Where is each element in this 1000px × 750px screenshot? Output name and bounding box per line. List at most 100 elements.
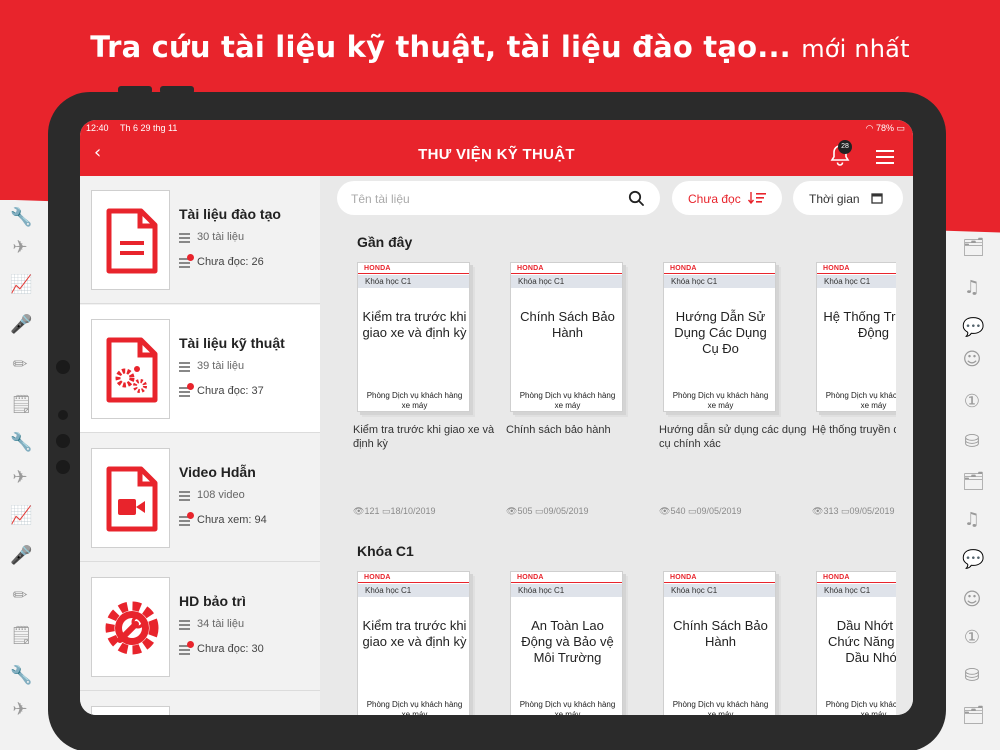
view-count: 121 — [364, 506, 380, 516]
cover-footer: Phòng Dịch vụ khách hàng xe máy — [825, 700, 896, 715]
promo-headline: Tra cứu tài liệu kỹ thuật, tài liệu đào … — [0, 30, 1000, 64]
camera-dot — [56, 360, 70, 374]
category-unread: Chưa đọc: 26 — [197, 256, 264, 268]
category-unread: Chưa đọc: 37 — [197, 385, 264, 397]
document-title[interactable]: Hướng dẫn sử dụng các dụng cụ chính xác — [659, 423, 809, 451]
document-cover[interactable]: HONDA Khóa học C1 Chính Sách Bảo Hành Phòng… — [663, 571, 776, 715]
document-title[interactable]: Chính sách bảo hành — [506, 423, 656, 437]
cover-header: HONDA — [511, 263, 622, 274]
category-item-partial[interactable] — [80, 692, 320, 715]
document-cover[interactable]: HONDA Khóa học C1 Hướng Dẫn Sử Dụng Các Dụ… — [663, 262, 776, 412]
cover-footer: Phòng Dịch vụ khách hàng xe máy — [825, 391, 896, 410]
document-cover[interactable]: HONDA Khóa học C1 Kiểm tra trước khi giao … — [357, 571, 470, 715]
document-cover[interactable]: HONDA Khóa học C1 Dầu Nhớt và Chức Năng củ… — [816, 571, 896, 715]
document-icon — [91, 706, 170, 715]
category-count: 108 video — [197, 489, 245, 501]
document-title[interactable]: Hệ thống truyền động — [812, 423, 896, 437]
calendar-icon: ▭ — [534, 506, 544, 516]
headline-light: mới nhất — [801, 35, 910, 63]
honda-logo: HONDA — [823, 265, 850, 272]
section-title: Gần đây — [357, 234, 413, 250]
document-date: 09/05/2019 — [543, 506, 589, 516]
cover-footer: Phòng Dịch vụ khách hàng xe máy — [672, 700, 769, 715]
unread-dot — [187, 641, 194, 648]
section-title: Khóa C1 — [357, 543, 414, 559]
headline-bold: Tra cứu tài liệu kỹ thuật, tài liệu đào … — [90, 30, 791, 64]
cover-header: HONDA — [817, 572, 896, 583]
cover-footer: Phòng Dịch vụ khách hàng xe máy — [519, 700, 616, 715]
unread-dot — [187, 383, 194, 390]
document-cover[interactable]: HONDA Khóa học C1 Hệ Thống Truyền Động Phòn… — [816, 262, 896, 412]
page-title: THƯ VIỆN KỸ THUẬT — [418, 146, 575, 163]
cover-title: Hệ Thống Truyền Động — [823, 309, 896, 340]
cover-course-band: Khóa học C1 — [817, 275, 896, 288]
honda-logo: HONDA — [823, 574, 850, 581]
cover-title: Chính Sách Bảo Hành — [520, 309, 615, 340]
calendar-icon: ▭ — [687, 506, 697, 516]
category-item-technical[interactable]: Tài liệu kỹ thuật 39 tài liệu Chưa đọc: … — [80, 305, 320, 433]
cover-header: HONDA — [358, 263, 469, 274]
status-time: 12:40 — [86, 123, 109, 133]
document-title[interactable]: Kiểm tra trước khi giao xe và định kỳ — [353, 423, 503, 451]
eye-icon: 👁 — [506, 506, 518, 516]
view-count: 313 — [823, 506, 839, 516]
calendar-icon: ▭ — [381, 506, 391, 516]
document-date: 09/05/2019 — [696, 506, 742, 516]
honda-logo: HONDA — [670, 574, 697, 581]
main-content: Tên tài liệu Chưa đọc Thời gian Gần đây … — [320, 176, 913, 715]
cover-title: Hướng Dẫn Sử Dụng Các Dụng Cụ Đo — [674, 309, 767, 356]
cover-course-band: Khóa học C1 — [511, 275, 622, 288]
unread-dot — [187, 254, 194, 261]
eye-icon: 👁 — [353, 506, 365, 516]
document-icon — [91, 190, 170, 290]
document-date: 18/10/2019 — [390, 506, 436, 516]
cover-header: HONDA — [664, 572, 775, 583]
document-meta: 👁121 ▭18/10/2019 — [353, 506, 436, 517]
cover-course-band: Khóa học C1 — [358, 275, 469, 288]
cover-title: An Toàn Lao Động và Bảo vệ Môi Trường — [521, 618, 614, 665]
cover-course: Khóa học C1 — [518, 586, 565, 595]
view-count: 540 — [670, 506, 686, 516]
camera-dot — [58, 410, 68, 420]
list-icon — [179, 620, 190, 630]
category-item-maintenance[interactable]: HD bảo trì 34 tài liệu Chưa đọc: 30 — [80, 563, 320, 691]
honda-logo: HONDA — [517, 265, 544, 272]
camera-dot — [56, 460, 70, 474]
wrench-gear-icon — [91, 577, 170, 677]
category-sidebar: Tài liệu đào tạo 30 tài liệu Chưa đọc: 2… — [80, 176, 320, 715]
cover-course: Khóa học C1 — [824, 277, 871, 286]
cover-course: Khóa học C1 — [671, 586, 718, 595]
document-cover[interactable]: HONDA Khóa học C1 Chính Sách Bảo Hành Phòng… — [510, 262, 623, 412]
cover-course-band: Khóa học C1 — [664, 584, 775, 597]
tablet-screen: 12:40 Th 6 29 thg 11 ◠ 78% ▭ ‹ THƯ VIỆN … — [80, 120, 913, 715]
category-unread: Chưa đọc: 30 — [197, 643, 264, 655]
honda-logo: HONDA — [364, 265, 391, 272]
category-item-training[interactable]: Tài liệu đào tạo 30 tài liệu Chưa đọc: 2… — [80, 176, 320, 304]
category-count: 34 tài liệu — [197, 618, 245, 630]
document-cover[interactable]: HONDA Khóa học C1 An Toàn Lao Động và Bảo … — [510, 571, 623, 715]
status-battery: ◠ 78% ▭ — [865, 123, 905, 133]
category-title: Video Hdẫn — [179, 464, 256, 480]
calendar-icon: ▭ — [840, 506, 850, 516]
cover-footer: Phòng Dịch vụ khách hàng xe máy — [519, 391, 616, 410]
document-meta: 👁313 ▭09/05/2019 — [812, 506, 895, 517]
honda-logo: HONDA — [517, 574, 544, 581]
gear-document-icon — [91, 319, 170, 419]
cover-course-band: Khóa học C1 — [358, 584, 469, 597]
cover-header: HONDA — [511, 572, 622, 583]
camera-dot — [56, 434, 70, 448]
video-document-icon — [91, 448, 170, 548]
cover-title: Kiểm tra trước khi giao xe và định kỳ — [362, 618, 467, 649]
list-icon — [179, 491, 190, 501]
cover-footer: Phòng Dịch vụ khách hàng xe máy — [672, 391, 769, 410]
document-cover[interactable]: HONDA Khóa học C1 Kiểm tra trước khi giao … — [357, 262, 470, 412]
category-title: HD bảo trì — [179, 593, 246, 609]
category-title: Tài liệu kỹ thuật — [179, 335, 285, 351]
category-item-video[interactable]: Video Hdẫn 108 video Chưa xem: 94 — [80, 434, 320, 562]
category-count: 39 tài liệu — [197, 360, 245, 372]
status-date: Th 6 29 thg 11 — [120, 123, 178, 133]
menu-icon[interactable] — [876, 150, 894, 164]
document-shelf: Gần đây Khóa C1 HONDA Khóa học C1 Kiểm tra… — [320, 176, 896, 715]
document-date: 09/05/2019 — [849, 506, 895, 516]
cover-course-band: Khóa học C1 — [664, 275, 775, 288]
